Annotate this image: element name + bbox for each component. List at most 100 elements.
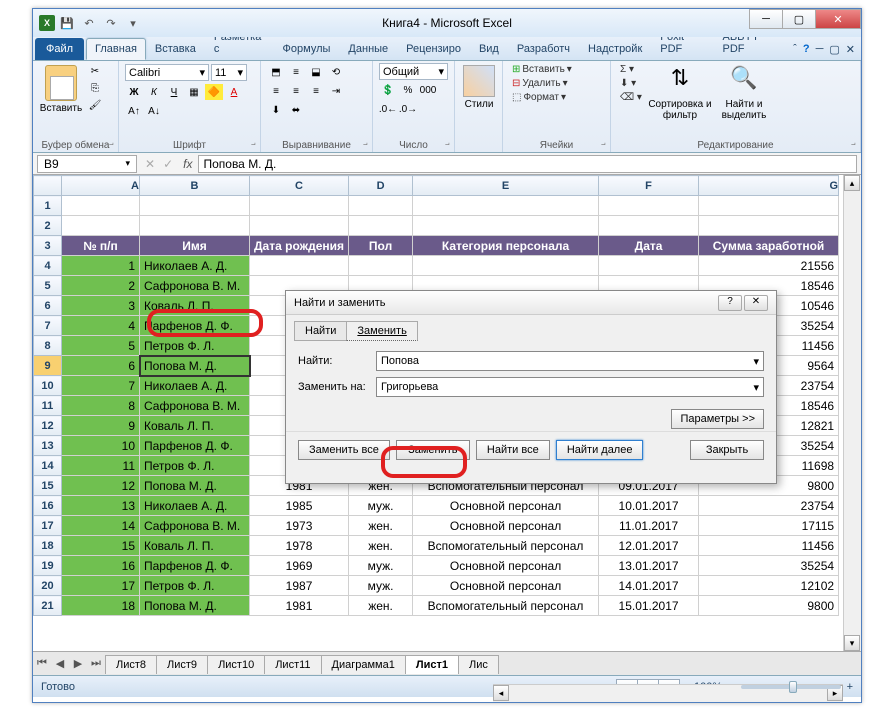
- cell[interactable]: [413, 216, 599, 236]
- cell[interactable]: 14.01.2017: [599, 576, 699, 596]
- cell[interactable]: 5: [62, 336, 140, 356]
- formula-input[interactable]: Попова М. Д.: [198, 155, 857, 173]
- bold-button[interactable]: Ж: [125, 84, 143, 100]
- font-name-combo[interactable]: Calibri▾: [125, 64, 209, 81]
- cell[interactable]: Основной персонал: [413, 516, 599, 536]
- cell[interactable]: Сафронова В. М.: [140, 396, 250, 416]
- cell[interactable]: 1: [62, 256, 140, 276]
- cell[interactable]: Основной персонал: [413, 556, 599, 576]
- mdi-restore[interactable]: ▢: [829, 43, 839, 56]
- cell[interactable]: 21556: [699, 256, 839, 276]
- cell[interactable]: 2: [62, 276, 140, 296]
- cell[interactable]: Николаев А. Д.: [140, 256, 250, 276]
- sort-filter-button[interactable]: ⇅ Сортировка и фильтр: [648, 63, 712, 121]
- insert-cells-button[interactable]: ⊞Вставить ▾: [509, 63, 575, 76]
- row-header-7[interactable]: 7: [34, 316, 62, 336]
- cell[interactable]: 1987: [250, 576, 349, 596]
- cell[interactable]: муж.: [349, 556, 413, 576]
- sheet-tab[interactable]: Лист10: [207, 655, 265, 674]
- cell[interactable]: 13: [62, 496, 140, 516]
- cell[interactable]: жен.: [349, 536, 413, 556]
- tab-addins[interactable]: Надстройк: [579, 38, 651, 60]
- fx-icon[interactable]: fx: [177, 157, 198, 171]
- cell[interactable]: [349, 256, 413, 276]
- indent-button[interactable]: ⇥: [327, 83, 345, 99]
- cut-button[interactable]: ✂: [86, 63, 104, 79]
- align-left-button[interactable]: ≡: [267, 83, 285, 99]
- replace-all-button[interactable]: Заменить все: [298, 440, 390, 460]
- close-dialog-button[interactable]: Закрыть: [690, 440, 764, 460]
- cell[interactable]: 12.01.2017: [599, 536, 699, 556]
- row-header-9[interactable]: 9: [34, 356, 62, 376]
- align-middle-button[interactable]: ≡: [287, 64, 305, 80]
- cell[interactable]: муж.: [349, 496, 413, 516]
- save-button[interactable]: 💾: [57, 13, 77, 33]
- align-center-button[interactable]: ≡: [287, 83, 305, 99]
- cell[interactable]: 11: [62, 456, 140, 476]
- scroll-down-button[interactable]: ▾: [844, 635, 860, 651]
- underline-button[interactable]: Ч: [165, 84, 183, 100]
- select-all-corner[interactable]: [34, 176, 62, 196]
- copy-button[interactable]: ⎘: [86, 80, 104, 96]
- col-header-C[interactable]: C: [250, 176, 349, 196]
- col-header-G[interactable]: G: [699, 176, 839, 196]
- table-header[interactable]: Пол: [349, 236, 413, 256]
- dialog-tab-replace[interactable]: Заменить: [346, 321, 417, 341]
- find-input[interactable]: Попова▾: [376, 351, 764, 371]
- tab-nav-next[interactable]: ▶: [69, 657, 87, 670]
- replace-button[interactable]: Заменить: [396, 440, 470, 460]
- cell[interactable]: 1973: [250, 516, 349, 536]
- row-header-2[interactable]: 2: [34, 216, 62, 236]
- tab-nav-last[interactable]: ⏭: [87, 657, 105, 670]
- increase-decimal-button[interactable]: .0←: [379, 101, 397, 117]
- cell[interactable]: Парфенов Д. Ф.: [140, 436, 250, 456]
- cell[interactable]: 11.01.2017: [599, 516, 699, 536]
- row-header-1[interactable]: 1: [34, 196, 62, 216]
- cell[interactable]: [140, 196, 250, 216]
- cell[interactable]: 8: [62, 396, 140, 416]
- cell[interactable]: Попова М. Д.: [140, 356, 250, 376]
- cell[interactable]: Попова М. Д.: [140, 476, 250, 496]
- mdi-minimize[interactable]: ─: [816, 43, 824, 56]
- col-header-B[interactable]: B: [140, 176, 250, 196]
- undo-button[interactable]: ↶: [79, 13, 99, 33]
- row-header-6[interactable]: 6: [34, 296, 62, 316]
- cell[interactable]: Сафронова В. М.: [140, 516, 250, 536]
- autosum-button[interactable]: Σ ▾: [617, 63, 645, 76]
- cell[interactable]: [349, 216, 413, 236]
- cell[interactable]: 4: [62, 316, 140, 336]
- cell[interactable]: 23754: [699, 496, 839, 516]
- cell[interactable]: 1978: [250, 536, 349, 556]
- sheet-tab[interactable]: Диаграмма1: [321, 655, 406, 674]
- sheet-tab[interactable]: Лист9: [156, 655, 208, 674]
- cell[interactable]: [62, 216, 140, 236]
- align-top-button[interactable]: ⬒: [267, 64, 285, 80]
- enter-formula-icon[interactable]: ✓: [159, 157, 177, 171]
- redo-button[interactable]: ↷: [101, 13, 121, 33]
- shrink-font-button[interactable]: A↓: [145, 103, 163, 119]
- tab-nav-first[interactable]: ⏮: [33, 657, 51, 670]
- italic-button[interactable]: К: [145, 84, 163, 100]
- cell[interactable]: [250, 256, 349, 276]
- cell[interactable]: 9: [62, 416, 140, 436]
- cell[interactable]: 18: [62, 596, 140, 616]
- dialog-close-button[interactable]: ✕: [744, 295, 768, 311]
- col-header-A[interactable]: A: [62, 176, 140, 196]
- close-button[interactable]: ✕: [815, 9, 861, 29]
- align-bottom-button[interactable]: ⬓: [307, 64, 325, 80]
- dialog-help-button[interactable]: ?: [718, 295, 742, 311]
- row-header-17[interactable]: 17: [34, 516, 62, 536]
- cell[interactable]: Парфенов Д. Ф.: [140, 556, 250, 576]
- sheet-tab[interactable]: Лис: [458, 655, 499, 674]
- tab-data[interactable]: Данные: [339, 38, 397, 60]
- cell[interactable]: [699, 196, 839, 216]
- row-header-16[interactable]: 16: [34, 496, 62, 516]
- mdi-close[interactable]: ✕: [846, 43, 855, 56]
- zoom-in-button[interactable]: +: [847, 681, 853, 693]
- cell[interactable]: 11456: [699, 536, 839, 556]
- col-header-D[interactable]: D: [349, 176, 413, 196]
- cell[interactable]: Вспомогательный персонал: [413, 596, 599, 616]
- tab-insert[interactable]: Вставка: [146, 38, 205, 60]
- sheet-tab[interactable]: Лист8: [105, 655, 157, 674]
- table-header[interactable]: Имя: [140, 236, 250, 256]
